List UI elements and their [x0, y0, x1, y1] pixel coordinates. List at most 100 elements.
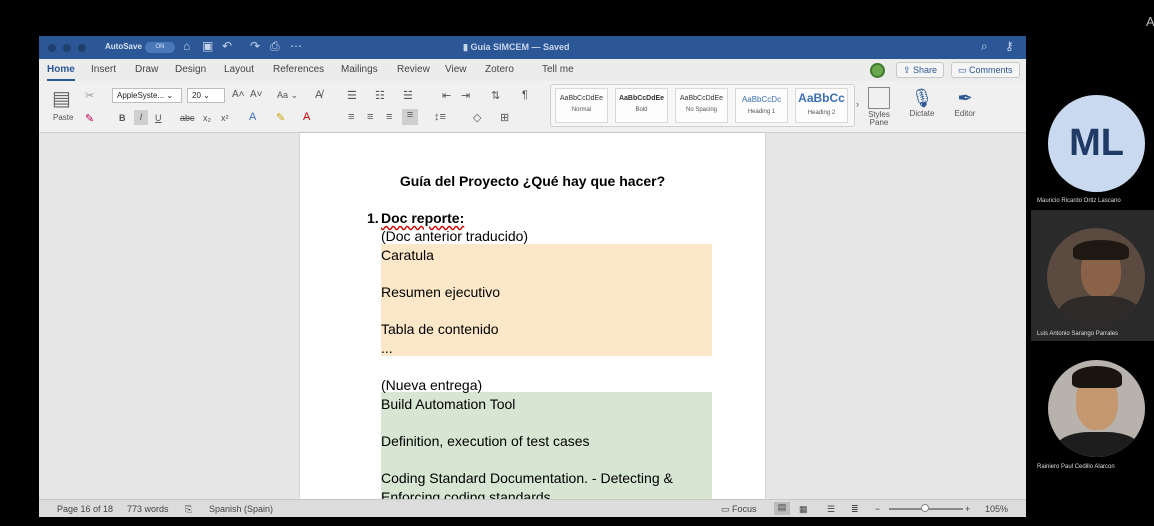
participant-tile[interactable]: Rainiero Paul Cedillo Alarcon: [1031, 355, 1154, 475]
web-layout-icon[interactable]: ▦: [799, 504, 808, 515]
doc-line: Tabla de contenido: [381, 321, 499, 337]
tab-references[interactable]: References: [273, 64, 324, 75]
print-layout-icon[interactable]: ▤: [774, 502, 790, 515]
outline-view-icon[interactable]: ☰: [827, 504, 835, 515]
focus-button[interactable]: ▭ Focus: [721, 504, 757, 515]
text-effects-icon[interactable]: A: [249, 111, 256, 123]
participant-tile[interactable]: Luis Antonio Sarango Parrales: [1031, 210, 1154, 341]
styles-more-icon[interactable]: ›: [856, 99, 859, 109]
search-icon[interactable]: ⌕: [981, 39, 988, 54]
tab-view[interactable]: View: [445, 64, 467, 75]
paste-label: Paste: [53, 113, 74, 122]
collab-avatar-icon[interactable]: [870, 63, 885, 78]
doc-line: Build Automation Tool: [381, 396, 516, 412]
tab-home[interactable]: Home: [47, 64, 75, 81]
autosave-toggle[interactable]: ON: [145, 42, 175, 53]
share-label: Share: [913, 65, 938, 75]
word-count[interactable]: 773 words: [127, 504, 169, 514]
align-right-icon[interactable]: ≡: [386, 111, 392, 123]
grow-font-icon[interactable]: A˄: [232, 89, 245, 100]
style-heading-2[interactable]: AaBbCc Heading 2: [795, 88, 848, 123]
strikethrough-icon[interactable]: abc: [180, 113, 195, 123]
draft-view-icon[interactable]: ≣: [851, 504, 859, 515]
page-count[interactable]: Page 16 of 18: [57, 504, 113, 514]
align-center-icon[interactable]: ≡: [367, 111, 373, 123]
line-spacing-icon[interactable]: ↕≡: [434, 111, 446, 123]
clear-formatting-icon[interactable]: A̸: [315, 89, 322, 101]
doc-line: Enforcing coding standards: [381, 489, 551, 499]
highlight-icon[interactable]: ✎: [276, 111, 285, 124]
styles-pane-icon: [868, 87, 890, 109]
zoom-level[interactable]: 105%: [985, 504, 1008, 514]
tab-mailings[interactable]: Mailings: [341, 64, 378, 75]
redo-icon[interactable]: ↷: [250, 39, 260, 53]
numbering-icon[interactable]: ☷: [375, 89, 385, 102]
style-bold[interactable]: AaBbCcDdEe Bold: [615, 88, 668, 123]
print-icon[interactable]: ⎙: [270, 39, 280, 54]
styles-pane-button[interactable]: Styles Pane: [866, 87, 892, 127]
language[interactable]: Spanish (Spain): [209, 504, 273, 514]
shading-icon[interactable]: ◇: [473, 111, 481, 124]
document-page[interactable]: Guía del Proyecto ¿Qué hay que hacer? 1.…: [300, 133, 765, 499]
paste-icon[interactable]: ▤: [52, 86, 71, 111]
share-button[interactable]: ⇪ Share: [896, 62, 945, 78]
cut-icon[interactable]: ✂: [85, 89, 94, 102]
tab-insert[interactable]: Insert: [91, 64, 116, 75]
tab-review[interactable]: Review: [397, 64, 430, 75]
pilcrow-icon[interactable]: ¶: [522, 89, 528, 101]
minimize-window-icon[interactable]: [63, 44, 71, 52]
font-size-select[interactable]: 20 ⌄: [187, 88, 225, 103]
zoom-in-icon[interactable]: +: [965, 504, 970, 514]
tab-tell-me[interactable]: Tell me: [542, 64, 574, 75]
tab-draw[interactable]: Draw: [135, 64, 158, 75]
document-workspace[interactable]: Guía del Proyecto ¿Qué hay que hacer? 1.…: [39, 133, 1026, 499]
close-window-icon[interactable]: [48, 44, 56, 52]
style-sample: AaBbCc: [798, 91, 845, 105]
italic-icon[interactable]: I: [134, 110, 148, 125]
borders-icon[interactable]: ⊞: [500, 111, 509, 124]
decrease-indent-icon[interactable]: ⇤: [442, 89, 451, 102]
participant-name: Luis Antonio Sarango Parrales: [1037, 331, 1119, 337]
font-name-select[interactable]: AppleSyste... ⌄: [112, 88, 182, 103]
participant-tile[interactable]: ML Mauricio Ricardo Ortiz Lascano: [1031, 90, 1154, 210]
styles-pane-label: Styles Pane: [868, 110, 890, 127]
multilevel-list-icon[interactable]: ☱: [403, 89, 413, 102]
underline-icon[interactable]: U: [155, 113, 162, 123]
proofing-icon[interactable]: ⎘: [185, 504, 192, 515]
format-painter-icon[interactable]: ✎: [85, 112, 94, 125]
sort-icon[interactable]: ⇅: [491, 89, 500, 102]
bullets-icon[interactable]: ☰: [347, 89, 357, 102]
shrink-font-icon[interactable]: A˅: [250, 89, 263, 100]
dictate-button[interactable]: 🎙 Dictate: [905, 87, 939, 118]
subscript-icon[interactable]: x₂: [203, 113, 211, 123]
superscript-icon[interactable]: x²: [221, 113, 229, 123]
account-icon[interactable]: ⚷: [1005, 39, 1014, 53]
microphone-icon: 🎙: [910, 88, 934, 108]
bold-icon[interactable]: B: [119, 113, 126, 123]
save-icon[interactable]: ▣: [202, 39, 213, 53]
home-icon[interactable]: ⌂: [183, 39, 190, 53]
zoom-out-icon[interactable]: −: [875, 504, 880, 514]
style-heading-1[interactable]: AaBbCcDc Heading 1: [735, 88, 788, 123]
comments-button[interactable]: ▭ Comments: [951, 62, 1020, 78]
justify-icon[interactable]: ≡: [402, 109, 418, 125]
increase-indent-icon[interactable]: ⇥: [461, 89, 470, 102]
editor-button[interactable]: ✒ Editor: [949, 87, 981, 118]
tab-layout[interactable]: Layout: [224, 64, 254, 75]
style-no-spacing[interactable]: AaBbCcDdEe No Spacing: [675, 88, 728, 123]
list-number: 1.: [367, 210, 379, 226]
tab-design[interactable]: Design: [175, 64, 206, 75]
doc-line: Resumen ejecutivo: [381, 284, 501, 300]
style-normal[interactable]: AaBbCcDdEe Normal: [555, 88, 608, 123]
font-color-icon[interactable]: A: [303, 111, 310, 123]
undo-icon[interactable]: ↶: [222, 39, 232, 53]
autosave-label: AutoSave: [105, 42, 142, 51]
align-left-icon[interactable]: ≡: [348, 111, 354, 123]
more-icon[interactable]: ⋯: [290, 39, 302, 53]
person-shoulders: [1059, 296, 1139, 326]
maximize-window-icon[interactable]: [78, 44, 86, 52]
zoom-slider-knob[interactable]: [921, 504, 929, 512]
change-case-icon[interactable]: Aa ⌄: [277, 90, 298, 101]
editor-label: Editor: [954, 109, 976, 118]
tab-zotero[interactable]: Zotero: [485, 64, 514, 75]
